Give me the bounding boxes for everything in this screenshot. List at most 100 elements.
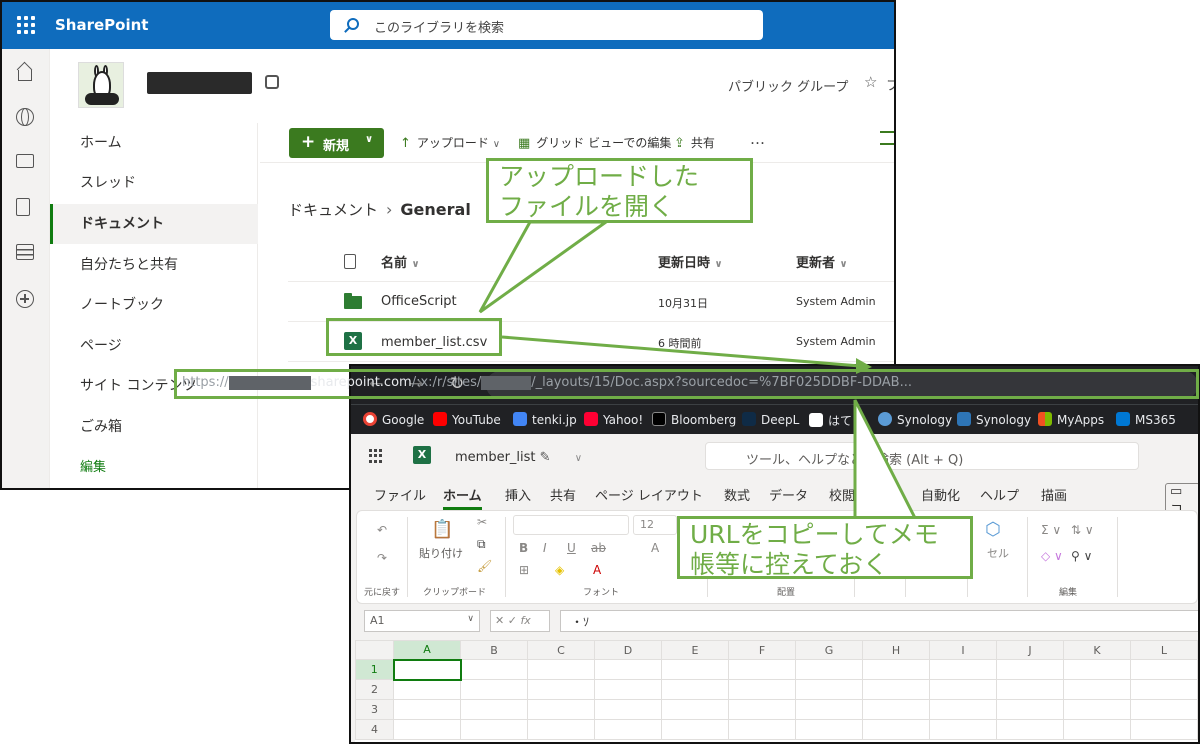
tab-review[interactable]: 校閲	[829, 485, 855, 504]
active-cell[interactable]	[392, 658, 462, 681]
column-header[interactable]: J	[996, 640, 1064, 660]
column-header[interactable]: G	[795, 640, 863, 660]
paste-label[interactable]: 貼り付け	[419, 545, 463, 561]
nav-item-shared-with-us[interactable]: 自分たちと共有	[50, 245, 258, 285]
nav-item-home[interactable]: ホーム	[50, 123, 258, 163]
cells-icon[interactable]: ⬡	[985, 519, 1001, 540]
item-name[interactable]: OfficeScript	[381, 294, 457, 309]
nav-item-documents[interactable]: ドキュメント	[50, 204, 258, 244]
row-header[interactable]: 1	[355, 659, 395, 680]
column-header[interactable]: K	[1063, 640, 1131, 660]
teams-icon[interactable]	[265, 75, 279, 89]
font-size-select[interactable]: 12	[633, 515, 677, 535]
nav-item-pages[interactable]: ページ	[50, 326, 258, 366]
bookmark-hatena[interactable]: はてブ	[809, 412, 864, 429]
share-button[interactable]: ⇪ 共有	[674, 134, 715, 151]
bookmark-yahoo[interactable]: Yahoo!	[584, 412, 643, 427]
strikethrough-icon[interactable]: ab	[591, 541, 606, 555]
tab-data[interactable]: データ	[769, 485, 808, 504]
column-name-header[interactable]: 名前 ∨	[381, 252, 420, 271]
row-header[interactable]: 3	[355, 699, 394, 720]
format-painter-icon[interactable]: 🖌	[477, 559, 492, 573]
tab-insert[interactable]: 挿入	[505, 485, 531, 504]
tab-view[interactable]: 表示	[875, 485, 901, 504]
file-type-icon[interactable]	[344, 254, 356, 269]
cut-icon[interactable]: ✂	[477, 515, 487, 529]
follow-label[interactable]: フ	[886, 75, 894, 94]
news-icon[interactable]	[16, 154, 34, 168]
nav-edit-link[interactable]: 編集	[50, 448, 258, 488]
borders-icon[interactable]: ⊞	[519, 563, 529, 577]
undo-icon[interactable]: ↶	[377, 523, 387, 537]
bold-icon[interactable]: B	[519, 541, 528, 555]
fill-color-icon[interactable]: ◈	[555, 563, 564, 577]
font-grow-icon[interactable]: A	[651, 541, 659, 555]
tab-home[interactable]: ホーム	[443, 485, 482, 510]
row-header[interactable]: 4	[355, 719, 394, 740]
tab-share[interactable]: 共有	[550, 485, 576, 504]
sort-filter-icon[interactable]: ⇅ ∨	[1071, 523, 1094, 537]
italic-icon[interactable]: I	[543, 541, 547, 555]
find-icon[interactable]: ⚲ ∨	[1071, 549, 1092, 563]
nav-item-recycle-bin[interactable]: ごみ箱	[50, 407, 258, 447]
tab-help[interactable]: ヘルプ	[980, 485, 1019, 504]
bookmark-myapps[interactable]: MyApps	[1038, 412, 1104, 427]
app-launcher-icon[interactable]	[369, 449, 383, 463]
column-header[interactable]: L	[1130, 640, 1198, 660]
bookmark-deepl[interactable]: DeepL	[742, 412, 799, 427]
home-icon[interactable]	[16, 64, 34, 82]
bookmark-ms365[interactable]: MS365	[1116, 412, 1176, 427]
column-header[interactable]: I	[929, 640, 997, 660]
worksheet-grid[interactable]: A B C D E F G H I J K L 1 2 3 4	[355, 640, 1198, 742]
tab-file[interactable]: ファイル	[374, 485, 426, 504]
select-all-corner[interactable]	[355, 640, 394, 660]
more-options-icon[interactable]: …	[750, 130, 765, 148]
globe-icon[interactable]	[16, 108, 34, 126]
list-icon[interactable]	[16, 244, 34, 260]
font-name-select[interactable]	[513, 515, 629, 535]
column-header[interactable]: H	[862, 640, 930, 660]
new-button[interactable]: + 新規 ∨	[289, 128, 384, 158]
cells-label[interactable]: セル	[987, 545, 1009, 561]
site-logo[interactable]	[78, 62, 124, 108]
column-header[interactable]: D	[594, 640, 662, 660]
nav-item-notebook[interactable]: ノートブック	[50, 285, 258, 325]
add-icon[interactable]	[16, 290, 34, 308]
library-search-input[interactable]: このライブラリを検索	[330, 10, 763, 40]
tab-draw[interactable]: 描画	[1041, 485, 1067, 504]
list-item[interactable]: OfficeScript 10月31日 System Admin	[288, 282, 894, 322]
star-icon[interactable]: ☆	[864, 73, 877, 91]
bookmark-synology-2[interactable]: Synology	[957, 412, 1031, 427]
autosum-icon[interactable]: Σ ∨	[1041, 523, 1061, 537]
name-box[interactable]: A1 ∨	[364, 610, 480, 632]
address-bar-url[interactable]: https://sharepoint.com/:x:/r/sites//_lay…	[182, 375, 912, 390]
paste-icon[interactable]: 📋	[431, 519, 453, 540]
tab-page-layout[interactable]: ページ レイアウト	[595, 485, 703, 504]
nav-item-threads[interactable]: スレッド	[50, 163, 258, 203]
row-header[interactable]: 2	[355, 679, 394, 700]
view-options-icon[interactable]	[880, 131, 894, 145]
formula-input[interactable]: ・ｿ	[560, 610, 1198, 632]
bookmark-youtube[interactable]: YouTube	[433, 412, 501, 427]
redo-icon[interactable]: ↷	[377, 551, 387, 565]
column-header[interactable]: F	[728, 640, 796, 660]
clear-icon[interactable]: ◇ ∨	[1041, 549, 1063, 563]
file-icon[interactable]	[16, 198, 30, 216]
breadcrumb-root[interactable]: ドキュメント	[288, 201, 378, 219]
tab-formulas[interactable]: 数式	[724, 485, 750, 504]
excel-search-input[interactable]: ツール、ヘルプなどを検索 (Alt + Q)	[705, 442, 1139, 470]
copy-icon[interactable]: ⧉	[477, 537, 486, 552]
bookmark-synology-1[interactable]: Synology	[878, 412, 952, 427]
file-name[interactable]: member_list ✎ ∨	[455, 450, 582, 465]
upload-button[interactable]: ↑ アップロード ∨	[400, 134, 500, 151]
column-modified-header[interactable]: 更新日時 ∨	[658, 252, 723, 271]
bookmark-tenki[interactable]: tenki.jp	[513, 412, 577, 427]
column-modified-by-header[interactable]: 更新者 ∨	[796, 252, 848, 271]
column-header[interactable]: B	[460, 640, 528, 660]
column-header[interactable]: E	[661, 640, 729, 660]
grid-view-edit-button[interactable]: ▦ グリッド ビューでの編集	[518, 134, 671, 151]
tab-automate[interactable]: 自動化	[921, 485, 960, 504]
underline-icon[interactable]: U	[567, 541, 576, 555]
sharepoint-brand[interactable]: SharePoint	[55, 16, 148, 34]
font-color-icon[interactable]: A	[593, 563, 601, 577]
